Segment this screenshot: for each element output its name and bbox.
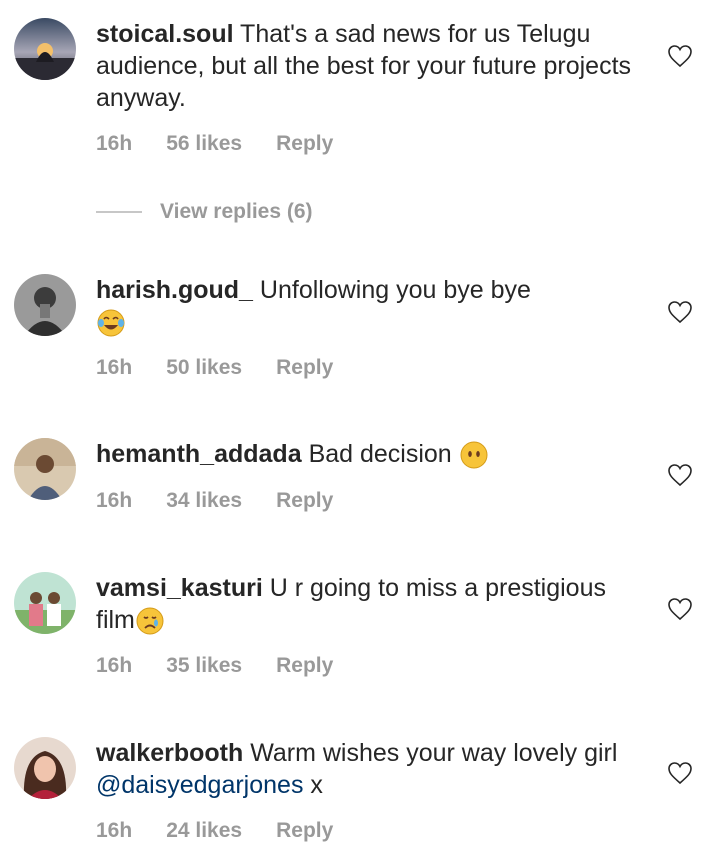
comment-username[interactable]: walkerbooth	[96, 739, 243, 767]
reply-button[interactable]: Reply	[276, 356, 333, 380]
comment-time: 16h	[96, 489, 133, 512]
avatar[interactable]	[14, 572, 76, 634]
reply-button[interactable]: Reply	[276, 489, 333, 513]
reply-button[interactable]: Reply	[276, 819, 333, 843]
heart-outline-icon[interactable]	[667, 463, 693, 487]
avatar[interactable]	[14, 274, 76, 336]
divider	[96, 211, 142, 213]
comment-likes[interactable]: 50 likes	[166, 356, 242, 380]
comment-likes[interactable]: 34 likes	[166, 489, 242, 513]
view-replies-label: View replies (6)	[160, 200, 313, 223]
comment-time: 16h	[96, 654, 133, 677]
comment-likes[interactable]: 35 likes	[166, 654, 242, 678]
comment-likes[interactable]: 56 likes	[166, 132, 242, 156]
comment-username[interactable]: hemanth_addada	[96, 440, 302, 468]
mention-link[interactable]: @daisyedgarjones	[96, 771, 303, 799]
face-with-tears-of-joy-icon	[97, 309, 125, 337]
comment-text: Unfollowing you bye bye	[259, 276, 531, 304]
avatar[interactable]	[14, 438, 76, 500]
comment-text: Bad decision	[308, 440, 452, 468]
heart-outline-icon[interactable]	[667, 300, 693, 324]
comment-suffix: x	[310, 771, 323, 799]
comment-username[interactable]: harish.goud_	[96, 276, 253, 304]
comment-username[interactable]: stoical.soul	[96, 20, 234, 48]
reply-button[interactable]: Reply	[276, 132, 333, 156]
comment-time: 16h	[96, 132, 133, 155]
crying-face-icon	[136, 607, 164, 635]
comment-likes[interactable]: 24 likes	[166, 819, 242, 843]
reply-button[interactable]: Reply	[276, 654, 333, 678]
comment-time: 16h	[96, 819, 133, 842]
view-replies-button[interactable]: View replies (6)	[96, 200, 313, 224]
heart-outline-icon[interactable]	[667, 761, 693, 785]
face-without-mouth-icon	[460, 441, 488, 469]
comment-username[interactable]: vamsi_kasturi	[96, 574, 263, 602]
comment-text: Warm wishes your way lovely girl	[250, 739, 618, 767]
comment-time: 16h	[96, 356, 133, 379]
heart-outline-icon[interactable]	[667, 597, 693, 621]
avatar[interactable]	[14, 737, 76, 799]
avatar[interactable]	[14, 18, 76, 80]
heart-outline-icon[interactable]	[667, 44, 693, 68]
